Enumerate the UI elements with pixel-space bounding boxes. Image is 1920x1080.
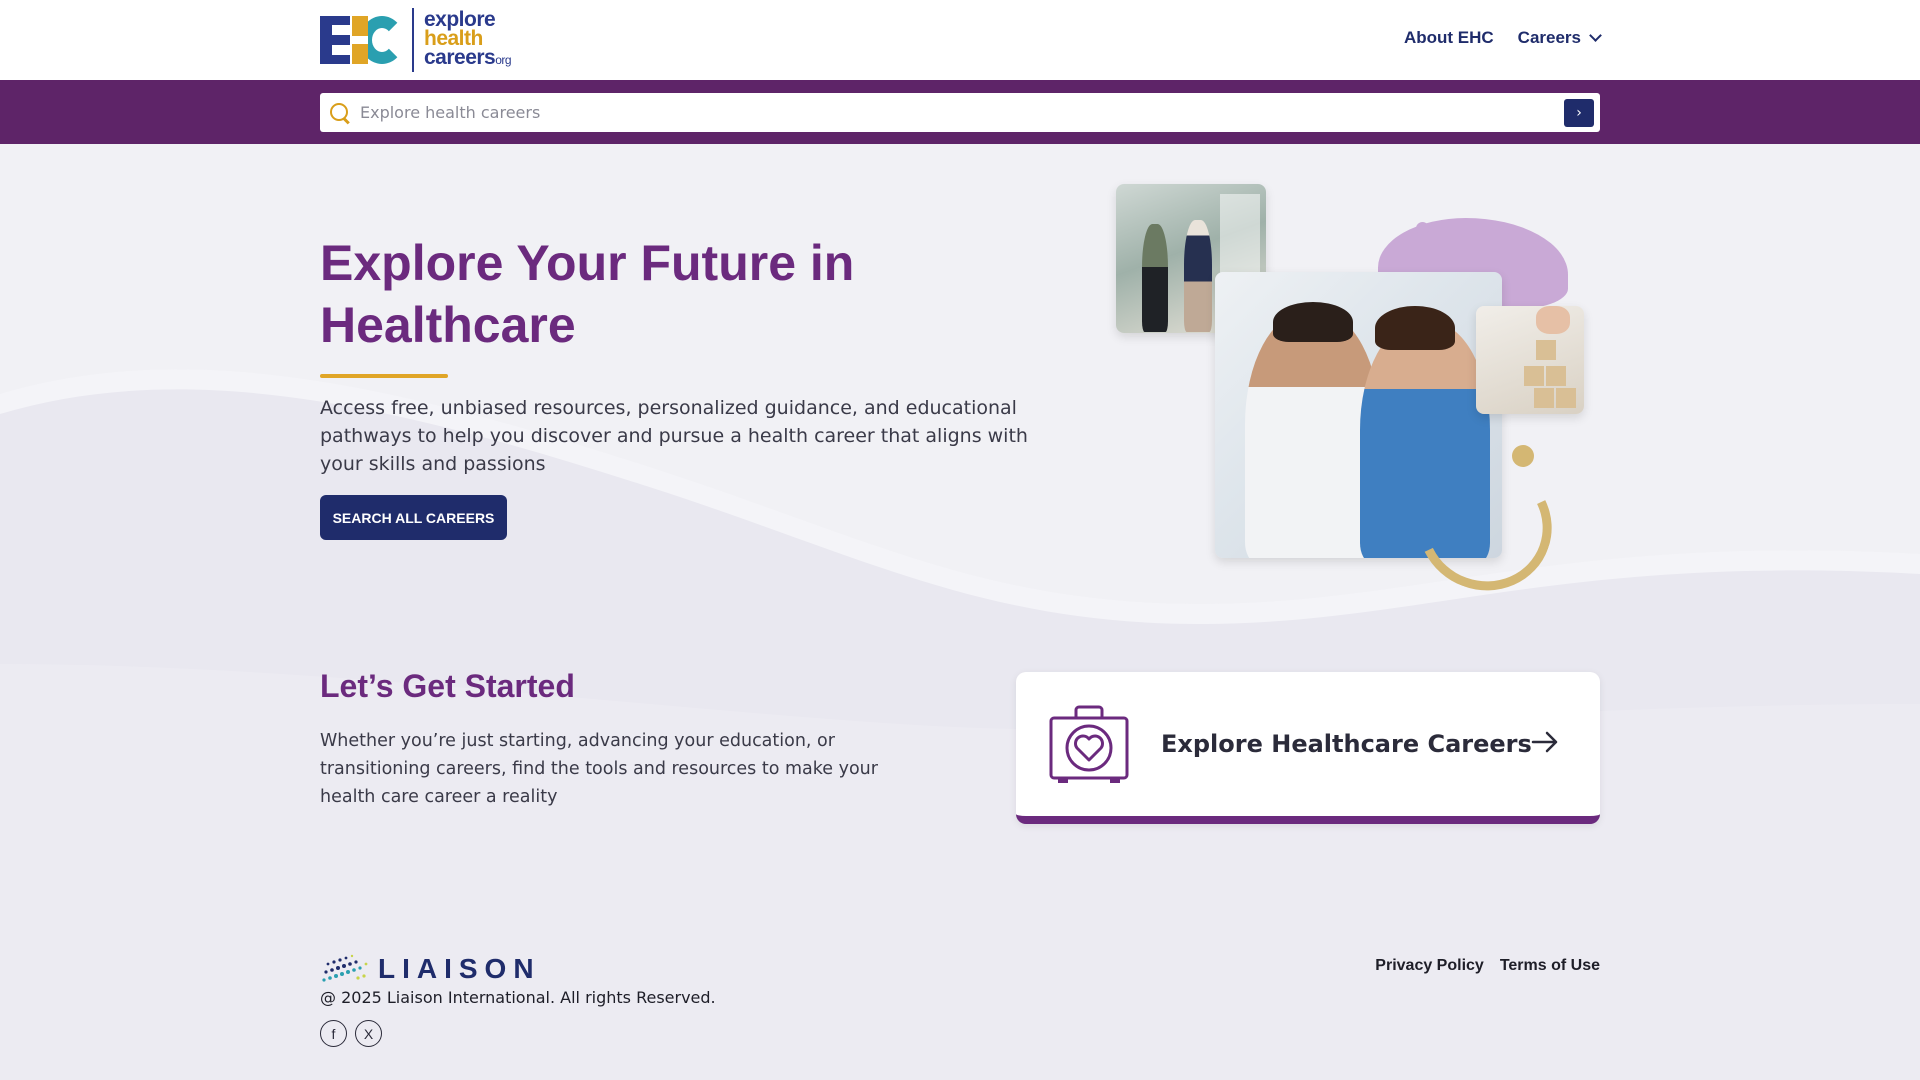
medical-block-5 bbox=[1556, 388, 1576, 408]
medical-block-2 bbox=[1524, 366, 1544, 386]
logo-wordmark: explore health careersorg bbox=[424, 9, 512, 70]
search-band: › bbox=[0, 80, 1920, 144]
logo-word-careers: careersorg bbox=[424, 46, 512, 70]
figure-patient-walking bbox=[1184, 220, 1212, 332]
medical-block-3 bbox=[1546, 366, 1566, 386]
nav-careers-label: Careers bbox=[1517, 28, 1581, 47]
logo-letter-e bbox=[320, 16, 350, 64]
liaison-wordmark: LIAISON bbox=[378, 953, 541, 984]
doctor-hair bbox=[1273, 302, 1353, 342]
site-header: explore health careersorg About EHC Care… bbox=[0, 0, 1920, 80]
facebook-icon[interactable]: f bbox=[320, 1020, 347, 1047]
medical-block-4 bbox=[1534, 388, 1554, 408]
ehc-logo-mark bbox=[320, 14, 404, 66]
logo-divider bbox=[412, 8, 414, 72]
figure-nurse-walking bbox=[1142, 224, 1168, 332]
hero-description: Access free, unbiased resources, persona… bbox=[320, 397, 1028, 475]
background-wave bbox=[0, 369, 1920, 1080]
chevron-down-icon bbox=[1589, 29, 1602, 42]
search-input[interactable] bbox=[360, 103, 1564, 122]
logo-letter-h bbox=[352, 16, 368, 64]
liaison-dots-mark bbox=[322, 954, 368, 982]
started-title: Let’s Get Started bbox=[320, 668, 575, 704]
card-label: Explore Healthcare Careers bbox=[1161, 730, 1532, 758]
medical-block-1 bbox=[1536, 340, 1556, 360]
started-description: Whether you’re just starting, advancing … bbox=[320, 731, 878, 807]
nav-careers-dropdown[interactable]: Careers bbox=[1517, 28, 1602, 48]
logo-word-careers-text: careers bbox=[424, 46, 496, 69]
nav-about-ehc[interactable]: About EHC bbox=[1404, 28, 1494, 48]
top-nav: About EHC Careers bbox=[1404, 28, 1602, 48]
decorative-purple-dot bbox=[1416, 222, 1429, 235]
search-all-careers-button[interactable]: SEARCH ALL CAREERS bbox=[320, 495, 507, 540]
decorative-gold-dot bbox=[1512, 445, 1534, 467]
copyright-text: @ 2025 Liaison International. All rights… bbox=[320, 988, 716, 1007]
privacy-policy-link[interactable]: Privacy Policy bbox=[1375, 957, 1484, 975]
hero-title: Explore Your Future in Healthcare bbox=[320, 235, 855, 353]
terms-of-use-link[interactable]: Terms of Use bbox=[1500, 957, 1600, 975]
search-bar: › bbox=[320, 93, 1600, 132]
footer-links: Privacy Policy Terms of Use bbox=[1375, 957, 1600, 975]
search-submit-button[interactable]: › bbox=[1564, 98, 1594, 127]
explore-healthcare-careers-card[interactable]: Explore Healthcare Careers bbox=[1016, 672, 1600, 824]
social-links: f X bbox=[320, 1020, 382, 1047]
nurse-hair bbox=[1375, 306, 1455, 350]
liaison-logo[interactable]: LIAISON bbox=[320, 952, 541, 986]
photo-health-blocks bbox=[1476, 306, 1584, 414]
logo-suffix-org: org bbox=[495, 53, 512, 67]
arrow-right-icon bbox=[1531, 731, 1558, 753]
ehc-logo[interactable]: explore health careersorg bbox=[320, 8, 512, 72]
search-icon bbox=[330, 102, 350, 123]
hand-placing-block bbox=[1536, 306, 1570, 334]
x-twitter-icon[interactable]: X bbox=[355, 1020, 382, 1047]
hero-accent-rule bbox=[320, 374, 448, 378]
medical-bag-heart-icon bbox=[1049, 705, 1129, 783]
